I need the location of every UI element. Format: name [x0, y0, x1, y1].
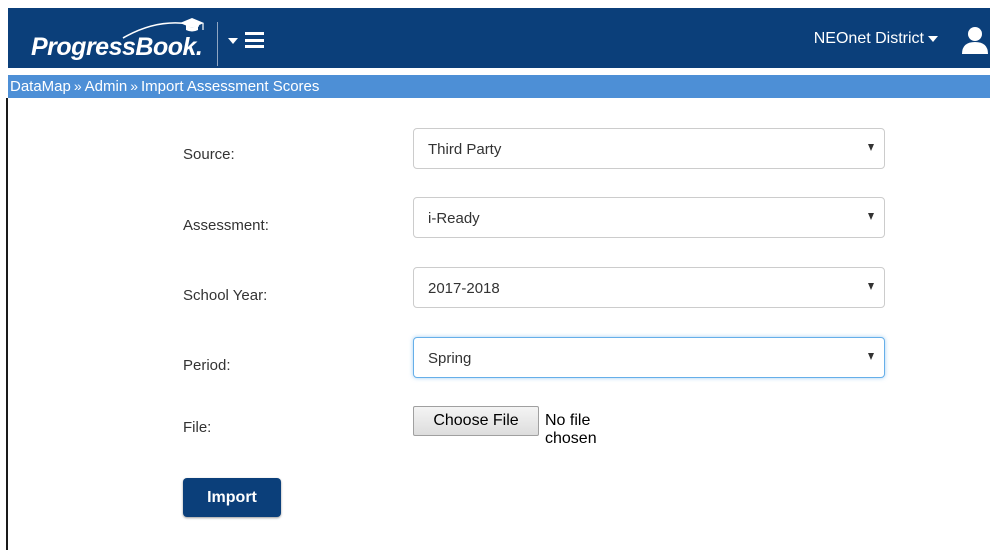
chevron-down-icon[interactable] — [228, 38, 238, 44]
breadcrumb-item-datamap[interactable]: DataMap — [10, 78, 71, 95]
school-year-select[interactable]: 2017-2018 — [413, 267, 885, 308]
app-frame: ProgressBook. NEOnet District DataMap» Ad… — [0, 0, 990, 550]
file-status-text: No file chosen — [545, 412, 597, 447]
chevron-down-icon — [868, 213, 874, 220]
breadcrumb: DataMap» Admin» Import Assessment Scores — [8, 75, 990, 98]
period-row: Period: Spring — [0, 337, 990, 381]
school-year-row: School Year: 2017-2018 — [0, 267, 990, 311]
period-label: Period: — [183, 357, 231, 374]
choose-file-button[interactable]: Choose File — [413, 406, 539, 436]
breadcrumb-item-admin[interactable]: Admin — [85, 78, 128, 95]
chevron-down-icon — [868, 144, 874, 151]
graduation-cap-icon — [180, 18, 204, 32]
breadcrumb-separator: » — [73, 78, 82, 94]
import-button[interactable]: Import — [183, 478, 281, 517]
assessment-row: Assessment: i-Ready — [0, 197, 990, 241]
chevron-down-icon — [868, 283, 874, 290]
assessment-select[interactable]: i-Ready — [413, 197, 885, 238]
source-select-value: Third Party — [428, 141, 502, 158]
source-select[interactable]: Third Party — [413, 128, 885, 169]
file-label: File: — [183, 419, 212, 436]
period-select[interactable]: Spring — [413, 337, 885, 378]
source-row: Source: Third Party — [0, 128, 990, 172]
user-icon[interactable] — [960, 26, 990, 54]
school-year-label: School Year: — [183, 287, 268, 304]
navbar-divider — [217, 22, 218, 66]
breadcrumb-separator: » — [130, 78, 138, 94]
hamburger-menu-icon[interactable] — [245, 32, 264, 48]
assessment-select-value: i-Ready — [428, 210, 480, 227]
school-year-select-value: 2017-2018 — [428, 280, 500, 297]
assessment-label: Assessment: — [183, 217, 269, 234]
top-navbar: ProgressBook. NEOnet District — [8, 8, 990, 68]
chevron-down-icon — [868, 353, 874, 360]
district-dropdown[interactable]: NEOnet District — [814, 30, 938, 48]
source-label: Source: — [183, 146, 235, 163]
district-caret-icon — [928, 35, 938, 42]
breadcrumb-item-current: Import Assessment Scores — [141, 78, 320, 95]
period-select-value: Spring — [428, 350, 472, 367]
district-label: NEOnet District — [813, 30, 924, 47]
